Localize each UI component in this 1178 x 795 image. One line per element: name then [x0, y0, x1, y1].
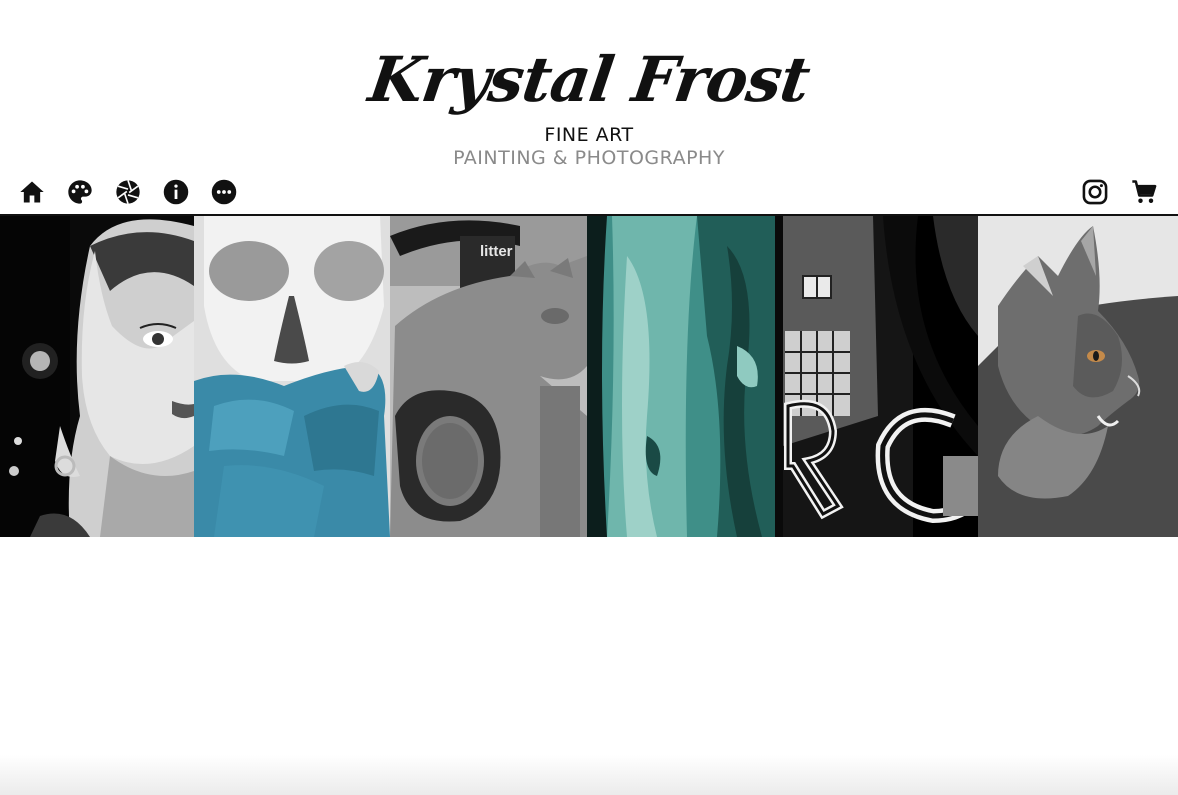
palette-icon	[68, 180, 92, 204]
neon-sign-image	[783, 216, 978, 537]
home-icon	[20, 181, 44, 203]
instagram-button[interactable]	[1081, 178, 1109, 206]
gallery-strip: litter	[0, 216, 1178, 537]
page-footer-shade	[0, 755, 1178, 795]
instagram-icon	[1082, 179, 1108, 205]
cart-button[interactable]	[1130, 178, 1158, 206]
page: Krystal Frost FINE ART PAINTING & PHOTOG…	[0, 0, 1178, 795]
gallery-tile-cat-painting[interactable]	[978, 216, 1178, 537]
tagline-painting-photography: PAINTING & PHOTOGRAPHY	[453, 147, 725, 169]
about-button[interactable]	[162, 178, 190, 206]
gallery-tile-portrait[interactable]	[0, 216, 194, 537]
utility-nav	[1081, 178, 1158, 206]
painting-button[interactable]	[66, 178, 94, 206]
more-icon	[211, 179, 237, 205]
skull-image	[194, 216, 390, 537]
gallery-tile-cat-statue[interactable]: litter	[390, 216, 587, 537]
more-button[interactable]	[210, 178, 238, 206]
info-icon	[163, 179, 189, 205]
aperture-icon	[116, 180, 140, 204]
gallery-tile-teal-abstract[interactable]	[587, 216, 783, 537]
portrait-image	[0, 216, 194, 537]
cart-icon	[1132, 180, 1157, 203]
cat-statue-image: litter	[390, 216, 587, 537]
home-button[interactable]	[18, 178, 46, 206]
teal-abstract-image	[587, 216, 783, 537]
gallery-tile-neon-sign[interactable]	[783, 216, 978, 537]
cat-painting-image	[978, 216, 1178, 537]
litter-sign-text: litter	[480, 243, 513, 260]
photography-button[interactable]	[114, 178, 142, 206]
tagline-fine-art: FINE ART	[544, 124, 634, 146]
main-nav	[18, 178, 238, 206]
site-logo[interactable]: Krystal Frost	[0, 40, 1178, 120]
gallery-tile-skull[interactable]	[194, 216, 390, 537]
